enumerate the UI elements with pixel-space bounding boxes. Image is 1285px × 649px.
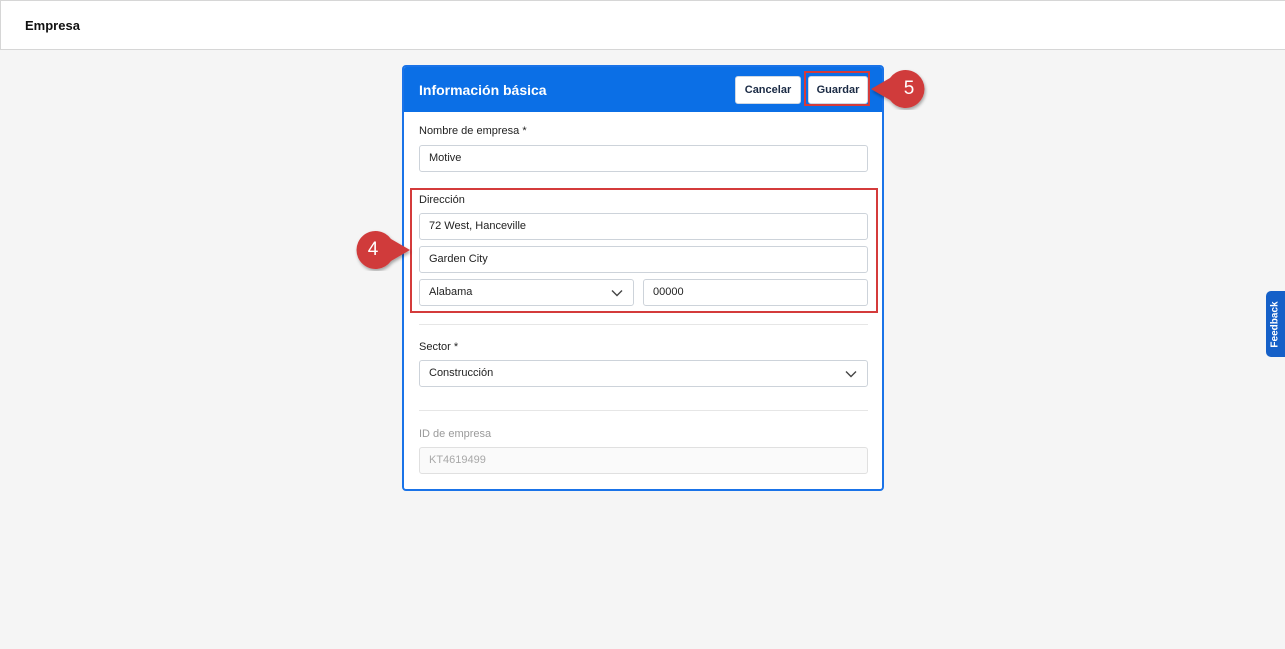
cancel-button[interactable]: Cancelar <box>735 76 801 104</box>
step-5-number: 5 <box>903 78 915 99</box>
company-name-input[interactable]: Motive <box>419 145 868 172</box>
step-4-number: 4 <box>367 239 379 260</box>
sector-select-value: Construcción <box>429 367 494 379</box>
step-4-marker: 4 <box>345 229 415 271</box>
save-button-highlight <box>804 71 870 106</box>
card-title: Información básica <box>419 82 547 98</box>
feedback-label: Feedback <box>1270 300 1282 348</box>
company-id-input: KT4619499 <box>419 447 868 474</box>
top-bar: Empresa <box>0 0 1285 50</box>
feedback-tab[interactable]: Feedback <box>1266 291 1285 357</box>
divider <box>419 410 868 411</box>
address-highlight <box>410 188 878 313</box>
chevron-down-icon <box>845 370 857 377</box>
sector-select[interactable]: Construcción <box>419 360 868 387</box>
step-5-marker: 5 <box>868 68 938 110</box>
divider <box>419 324 868 325</box>
sector-label: Sector * <box>419 341 459 353</box>
page-title: Empresa <box>25 18 80 33</box>
company-name-label: Nombre de empresa * <box>419 125 527 137</box>
company-id-label: ID de empresa <box>419 428 492 440</box>
